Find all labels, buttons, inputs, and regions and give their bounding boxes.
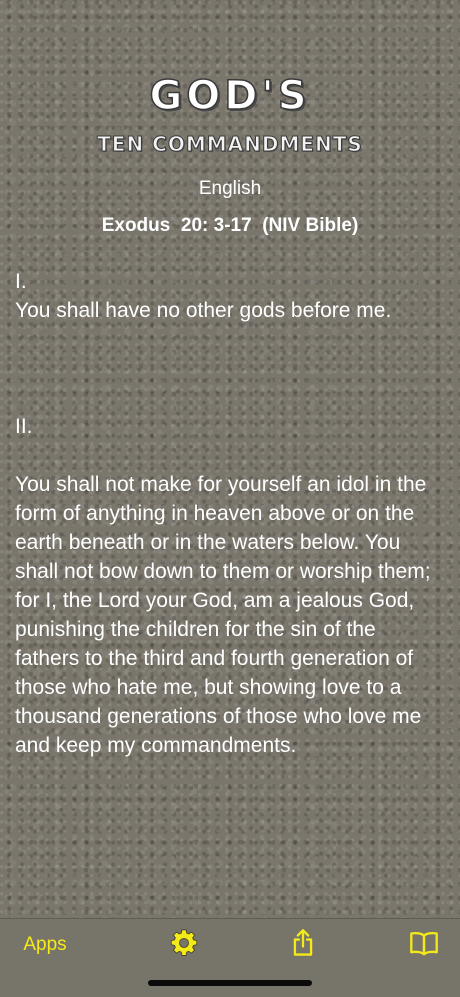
logo-title: GOD'S (149, 72, 311, 120)
share-button[interactable] (282, 919, 324, 971)
gear-icon (169, 928, 199, 963)
commandment-text: You shall not make for yourself an idol … (15, 473, 431, 757)
settings-button[interactable] (163, 919, 205, 971)
language-label: English (198, 178, 262, 199)
commandment-item: I. You shall have no other gods before m… (15, 267, 445, 325)
commandment-item: II. You shall not make for yourself an i… (15, 412, 445, 760)
commandment-text: You shall have no other gods before me. (15, 299, 392, 322)
bookmarks-button[interactable] (403, 919, 445, 971)
scripture-reference: Exodus 20: 3-17 (NIV Bible) (101, 215, 359, 236)
app-logo: GOD'S TEN COMMANDMENTS (0, 72, 460, 156)
home-indicator[interactable] (148, 980, 312, 986)
apps-button-label: Apps (23, 934, 67, 955)
commandments-view[interactable]: GOD'S TEN COMMANDMENTS English Exodus 20… (0, 0, 460, 918)
commandments-list: I. You shall have no other gods before m… (15, 267, 445, 760)
apps-button[interactable]: Apps (10, 919, 80, 971)
book-icon (409, 930, 439, 961)
share-icon (289, 928, 317, 963)
commandment-numeral: II. (15, 415, 33, 438)
logo-subtitle: TEN COMMANDMENTS (97, 132, 363, 157)
commandment-numeral: I. (15, 270, 27, 293)
